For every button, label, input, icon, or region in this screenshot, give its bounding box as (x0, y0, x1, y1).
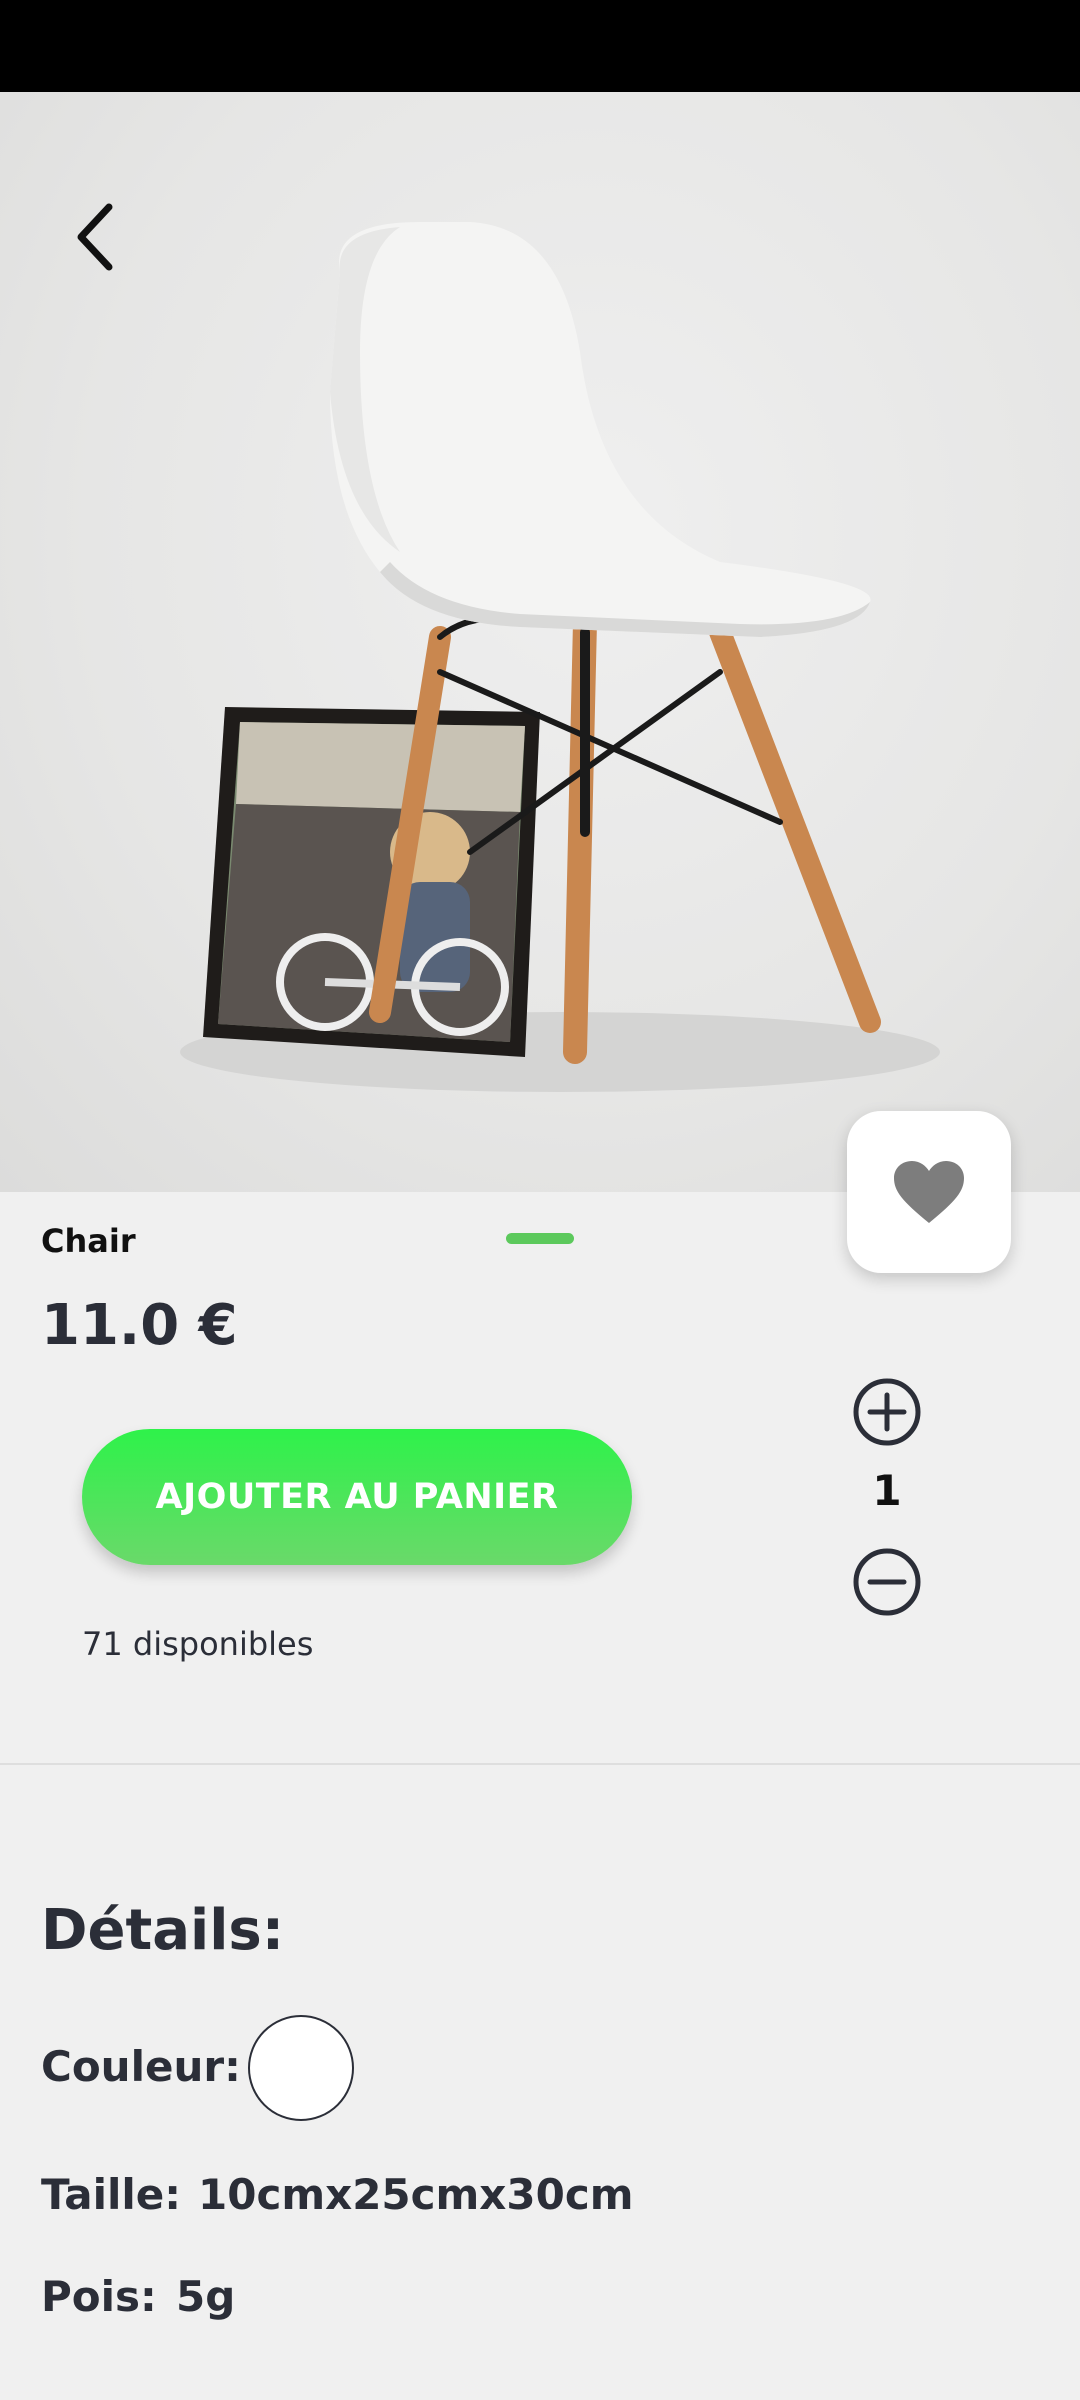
color-swatch[interactable] (248, 2015, 354, 2121)
size-label: Taille: (41, 2170, 182, 2219)
product-image (0, 92, 1080, 1192)
add-to-cart-button[interactable]: AJOUTER AU PANIER (82, 1429, 632, 1565)
decrease-quantity-button[interactable] (852, 1547, 922, 1617)
back-arrow-icon (77, 203, 113, 271)
status-bar (0, 0, 1080, 92)
stock-availability: 71 disponibles (82, 1625, 314, 1663)
weight-value: 5g (176, 2272, 236, 2321)
weight-label: Pois: (41, 2272, 157, 2321)
quantity-value: 1 (872, 1466, 902, 1515)
back-button[interactable] (55, 192, 135, 282)
details-title: Détails: (41, 1898, 285, 1963)
chair-seat (330, 222, 871, 637)
product-price: 11.0 € (41, 1293, 238, 1358)
increase-quantity-button[interactable] (852, 1377, 922, 1447)
heart-icon (894, 1161, 964, 1223)
favorite-button[interactable] (847, 1111, 1011, 1273)
product-name: Chair (41, 1222, 136, 1260)
color-label: Couleur: (41, 2042, 241, 2091)
section-divider (0, 1763, 1080, 1765)
image-page-indicator (506, 1233, 574, 1244)
minus-circle-icon (853, 1548, 921, 1616)
size-value: 10cmx25cmx30cm (198, 2170, 634, 2219)
chair-photo (180, 222, 940, 1092)
plus-circle-icon (853, 1378, 921, 1446)
